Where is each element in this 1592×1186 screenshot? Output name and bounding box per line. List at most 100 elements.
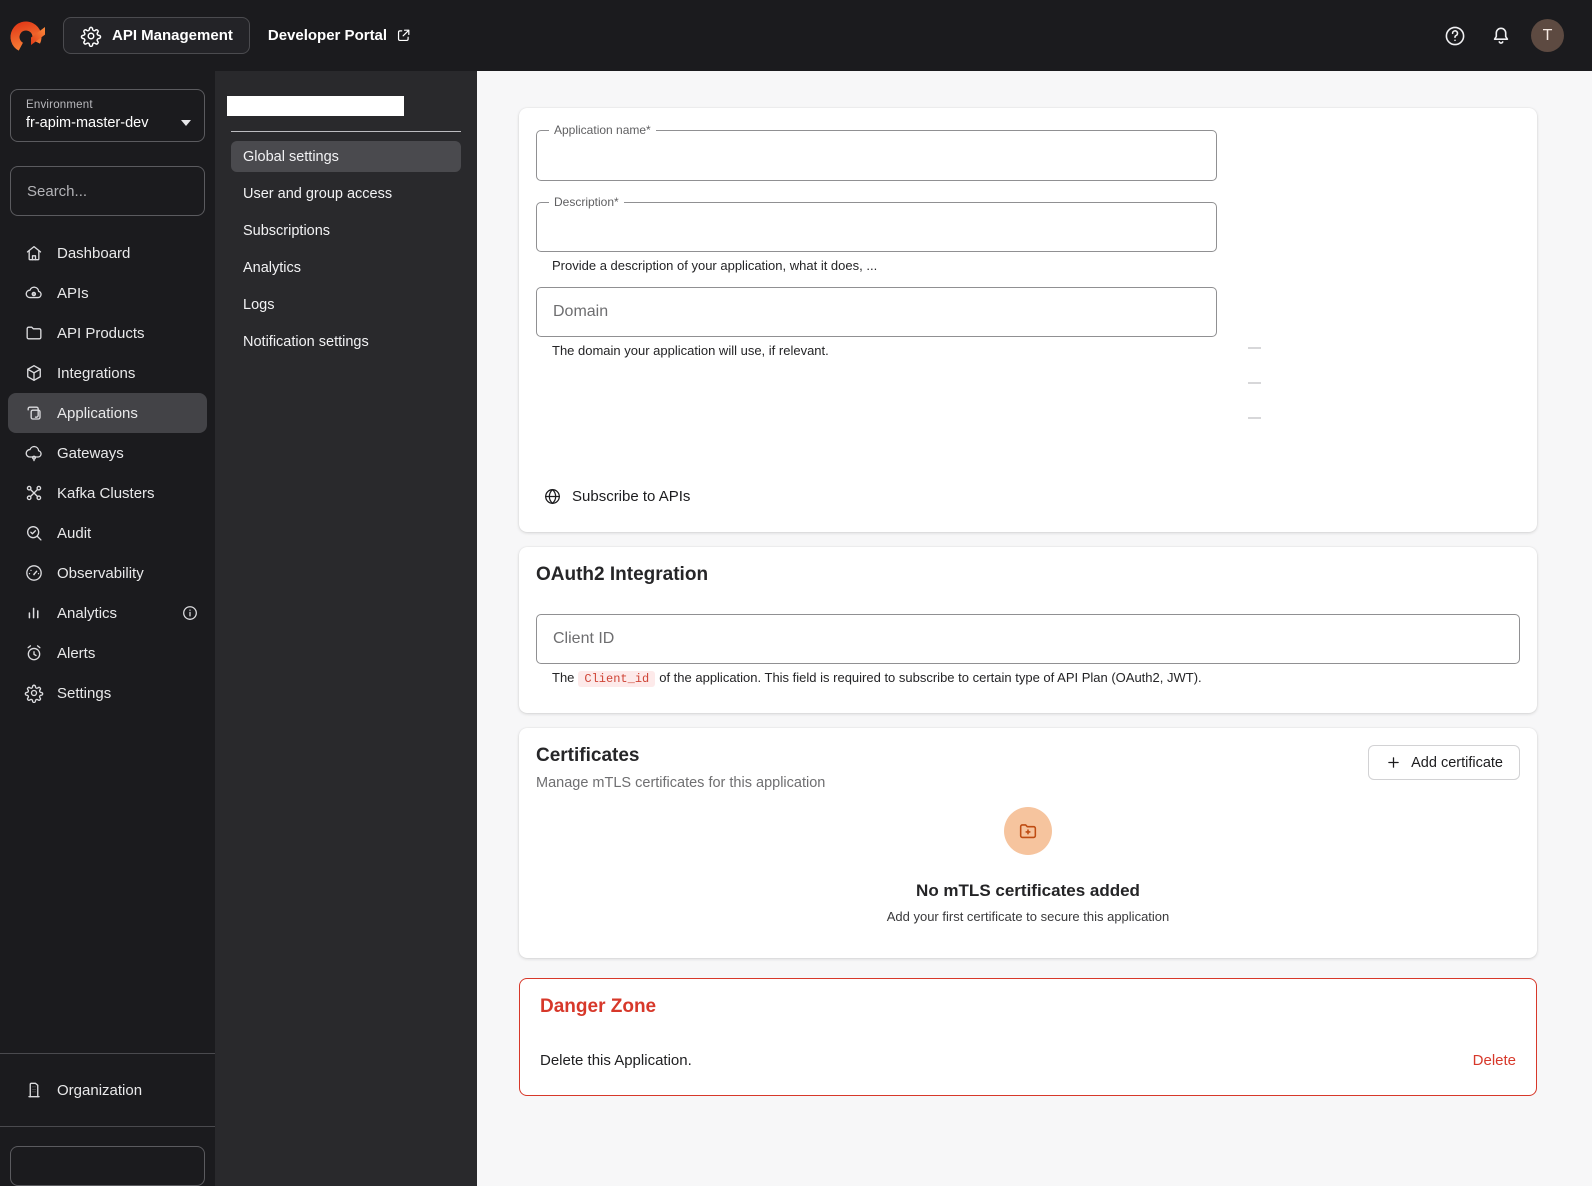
sidebar-nav: Dashboard APIs API Products Integrations…: [0, 233, 215, 713]
search-input[interactable]: [27, 182, 215, 200]
submenu-item-global-settings[interactable]: Global settings: [231, 141, 461, 172]
gear-badge-icon: [80, 25, 102, 47]
folder-plus-icon: [1019, 824, 1037, 839]
oauth2-title: OAuth2 Integration: [536, 564, 709, 585]
submenu-divider: [231, 131, 461, 132]
certificates-card: Certificates Manage mTLS certificates fo…: [519, 728, 1537, 958]
developer-portal-label: Developer Portal: [267, 27, 388, 44]
main-content: Application name* Description* Provide a…: [477, 71, 1592, 1186]
sidebar-bottom-panel[interactable]: [10, 1146, 205, 1186]
alarm-clock-icon: [24, 643, 44, 663]
sidebar-item-label: API Products: [57, 324, 145, 342]
add-certificate-button[interactable]: Add certificate: [1368, 745, 1520, 780]
help-icon: [1445, 26, 1465, 45]
submenu-item-label: Analytics: [243, 259, 302, 276]
plus-icon: [1385, 754, 1402, 771]
globe-icon: [543, 487, 562, 506]
sidebar-item-label: Audit: [57, 524, 92, 542]
sidebar-item-label: Analytics: [57, 604, 118, 622]
chevron-down-icon: [181, 120, 191, 126]
subscribe-to-apis-button[interactable]: Subscribe to APIs: [543, 487, 690, 506]
sidebar-item-organization[interactable]: Organization: [8, 1070, 207, 1110]
cloud-gateway-icon: [24, 443, 44, 463]
notifications-button[interactable]: [1485, 20, 1517, 52]
gravitee-logo-icon: [10, 21, 45, 52]
danger-zone-card: Danger Zone Delete this Application. Del…: [519, 978, 1537, 1096]
client-id-code-chip: Client_id: [578, 671, 656, 687]
primary-sidebar: Environment fr-apim-master-dev Dashboard: [0, 71, 215, 1186]
domain-field[interactable]: [536, 287, 1217, 337]
bar-chart-icon: [24, 603, 44, 623]
gauge-icon: [24, 563, 44, 583]
sidebar-item-dashboard[interactable]: Dashboard: [8, 233, 207, 273]
cloud-api-icon: [24, 283, 44, 303]
sidebar-item-audit[interactable]: Audit: [8, 513, 207, 553]
sidebar-item-applications[interactable]: Applications: [8, 393, 207, 433]
description-input[interactable]: [537, 203, 1216, 251]
sidebar-item-label: Dashboard: [57, 244, 131, 262]
client-id-hint-text: of the application. This field is requir…: [659, 670, 1202, 685]
environment-value: fr-apim-master-dev: [26, 115, 149, 131]
sidebar-item-gateways[interactable]: Gateways: [8, 433, 207, 473]
home-icon: [24, 243, 44, 263]
domain-input[interactable]: [537, 288, 1216, 336]
sidebar-search[interactable]: [10, 166, 215, 216]
client-id-field[interactable]: [536, 614, 1520, 664]
bell-icon: [1493, 27, 1509, 44]
submenu-item-label: Global settings: [243, 148, 339, 165]
client-id-input[interactable]: [537, 615, 1519, 663]
submenu-item-label: Notification settings: [243, 333, 369, 350]
submenu-item-user-group-access[interactable]: User and group access: [231, 178, 461, 209]
gear-icon: [24, 683, 44, 703]
environment-selector[interactable]: Environment fr-apim-master-dev: [10, 89, 205, 142]
application-name-input[interactable]: [537, 131, 1216, 180]
sidebar-item-analytics[interactable]: Analytics: [8, 593, 207, 633]
submenu-item-notification-settings[interactable]: Notification settings: [231, 326, 461, 357]
folder-icon: [24, 323, 44, 343]
sidebar-item-apis[interactable]: APIs: [8, 273, 207, 313]
developer-portal-link[interactable]: Developer Portal: [268, 27, 412, 44]
description-field[interactable]: Description*: [536, 195, 1217, 252]
gravitee-logo[interactable]: [8, 16, 48, 56]
sidebar-item-label: Observability: [57, 564, 144, 582]
info-icon[interactable]: [181, 604, 199, 622]
client-id-hint-text: The: [552, 670, 575, 685]
sidebar-item-label: Gateways: [57, 444, 124, 462]
submenu-item-label: User and group access: [243, 185, 393, 202]
topbar: API Management Developer Portal T: [0, 0, 1592, 71]
application-submenu: Global settings User and group access Su…: [215, 71, 477, 1186]
add-certificate-label: Add certificate: [1411, 754, 1503, 771]
submenu-item-logs[interactable]: Logs: [231, 289, 461, 320]
oauth2-card: OAuth2 Integration TheClient_idof the ap…: [519, 547, 1537, 713]
description-label: Description*: [549, 195, 624, 209]
application-name-field[interactable]: Application name*: [536, 123, 1217, 181]
sidebar-divider: [0, 1126, 215, 1127]
client-id-hint: The Client_id of the application. This fie…: [552, 670, 1520, 687]
sidebar-item-settings[interactable]: Settings: [8, 673, 207, 713]
api-management-button[interactable]: API Management: [63, 17, 250, 54]
submenu-item-label: Logs: [243, 296, 275, 313]
sidebar-item-integrations[interactable]: Integrations: [8, 353, 207, 393]
organization-building-icon: [24, 1080, 44, 1100]
sidebar-item-alerts[interactable]: Alerts: [8, 633, 207, 673]
audit-search-icon: [24, 523, 44, 543]
submenu-item-analytics[interactable]: Analytics: [231, 252, 461, 283]
sidebar-item-label: Applications: [57, 404, 138, 422]
avatar-initial: T: [1542, 26, 1553, 44]
sidebar-item-label: Kafka Clusters: [57, 484, 155, 502]
subscribe-to-apis-label: Subscribe to APIs: [572, 488, 691, 505]
certificates-empty-state: No mTLS certificates added Add your firs…: [536, 807, 1520, 924]
help-button[interactable]: [1439, 20, 1471, 52]
sidebar-item-observability[interactable]: Observability: [8, 553, 207, 593]
kafka-cluster-icon: [24, 483, 44, 503]
sidebar-item-api-products[interactable]: API Products: [8, 313, 207, 353]
user-avatar[interactable]: T: [1531, 19, 1564, 52]
sidebar-item-kafka-clusters[interactable]: Kafka Clusters: [8, 473, 207, 513]
submenu-item-subscriptions[interactable]: Subscriptions: [231, 215, 461, 246]
danger-zone-title: Danger Zone: [540, 996, 657, 1017]
redacted-row-dash: [1248, 417, 1261, 419]
submenu-item-label: Subscriptions: [243, 222, 331, 239]
sidebar-item-label: Integrations: [57, 364, 136, 382]
danger-zone-text: Delete this Application.: [540, 1052, 692, 1069]
delete-application-button[interactable]: Delete: [1473, 1052, 1516, 1069]
